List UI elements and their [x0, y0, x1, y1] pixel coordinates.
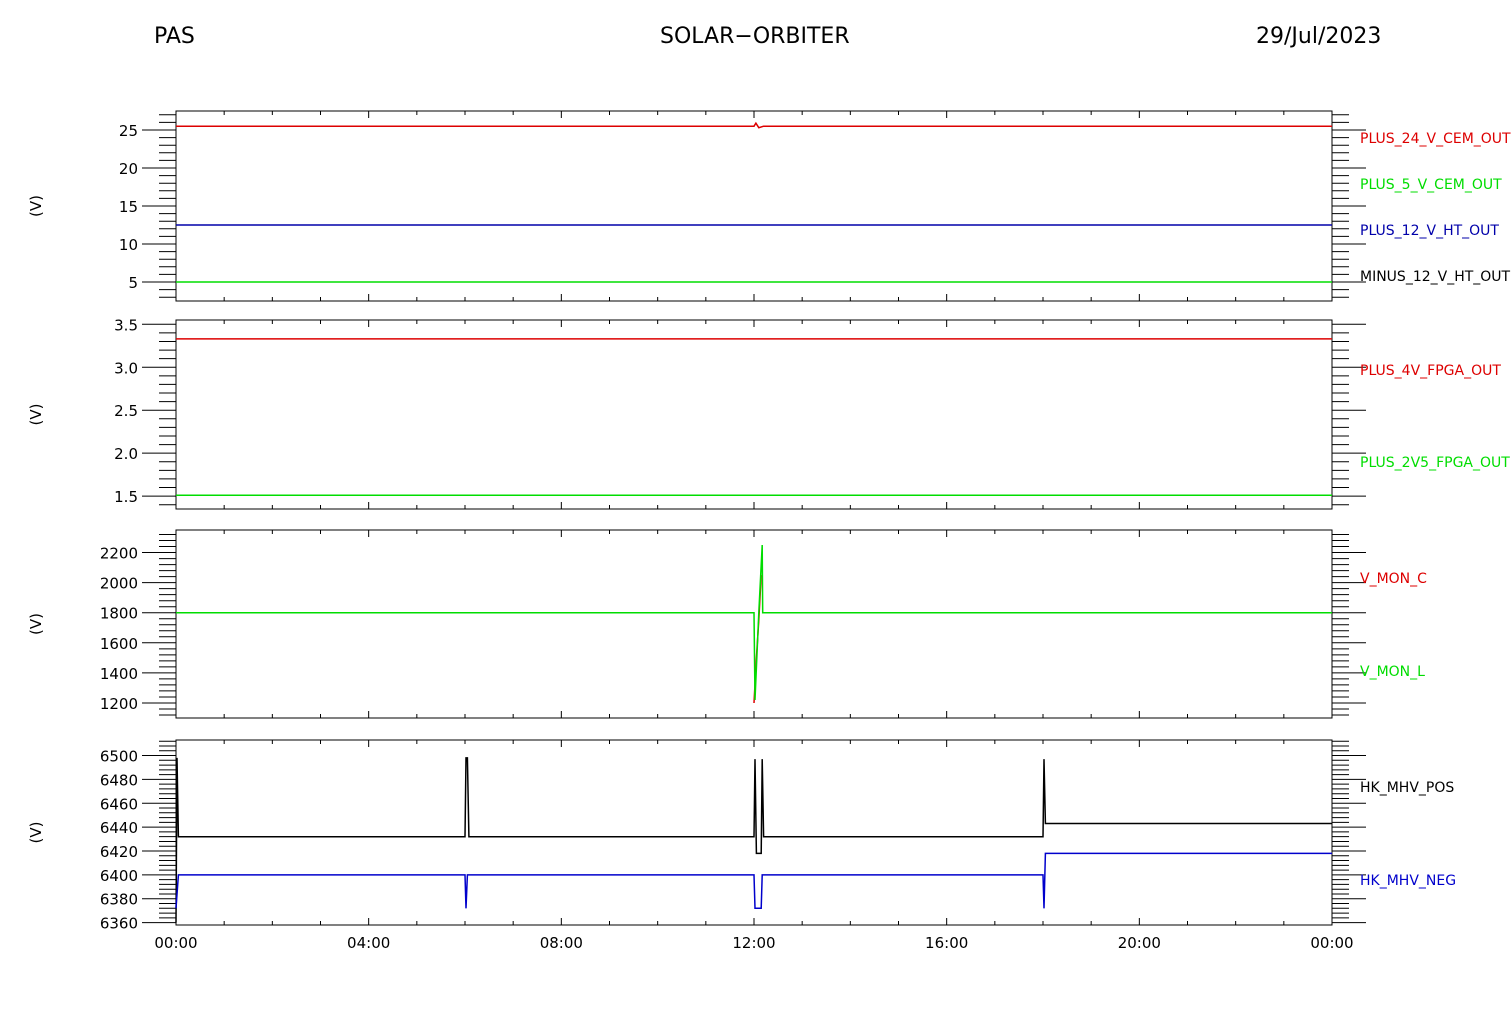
legend-label: MINUS_12_V_HT_OUT [1360, 269, 1511, 285]
y-tick-label: 2000 [100, 575, 138, 593]
x-tick-label: 08:00 [540, 934, 583, 952]
x-tick-label: 20:00 [1118, 934, 1161, 952]
y-tick-label: 20 [119, 160, 138, 178]
y-tick-label: 1800 [100, 605, 138, 623]
y-tick-label: 3.0 [114, 359, 138, 377]
legend-label: PLUS_12_V_HT_OUT [1360, 223, 1499, 239]
y-tick-label: 2.5 [114, 402, 138, 420]
y-axis-label: (V) [27, 613, 45, 635]
series-line-v-mon-l [176, 544, 1332, 701]
y-tick-label: 6360 [100, 915, 138, 933]
x-tick-label: 12:00 [732, 934, 775, 952]
y-axis-label: (V) [27, 822, 45, 844]
legend-label: PLUS_24_V_CEM_OUT [1360, 131, 1511, 147]
legend-label: PLUS_5_V_CEM_OUT [1360, 177, 1502, 193]
legend-label: V_MON_C [1360, 571, 1427, 587]
y-tick-label: 6400 [100, 867, 138, 885]
y-tick-label: 6500 [100, 748, 138, 766]
y-tick-label: 2.0 [114, 445, 138, 463]
housekeeping-chart: 5 10 15 20 25 (V) PLUS_24_V_CEM_OUT PLUS_5_V_CE… [27, 110, 1511, 952]
series-line-plus-24-v-cem-out [176, 121, 1332, 129]
y-tick-label: 6480 [100, 771, 138, 789]
legend-label: PLUS_4V_FPGA_OUT [1360, 363, 1501, 379]
plot-frame-1 [175, 110, 1333, 302]
y-tick-label: 6420 [100, 843, 138, 861]
series-line-hk-mhv-neg [175, 852, 1332, 910]
y-axis-label: (V) [27, 195, 45, 217]
y-tick-label: 1.5 [114, 488, 138, 506]
legend-label: PLUS_2V5_FPGA_OUT [1360, 455, 1510, 471]
y-tick-label: 25 [119, 122, 138, 140]
y-tick-label: 1200 [100, 695, 138, 713]
legend-label: HK_MHV_POS [1360, 780, 1454, 796]
y-tick-label: 1400 [100, 665, 138, 683]
x-tick-label: 00:00 [1310, 934, 1353, 952]
legend-label: V_MON_L [1360, 664, 1425, 680]
plot-frame-2 [175, 319, 1333, 510]
y-tick-label: 3.5 [114, 316, 138, 334]
legend-label: HK_MHV_NEG [1360, 873, 1456, 889]
y-axis-label: (V) [27, 404, 45, 426]
y-tick-label: 6460 [100, 795, 138, 813]
y-tick-label: 6380 [100, 891, 138, 909]
y-tick-label: 15 [119, 198, 138, 216]
x-tick-label: 00:00 [154, 934, 197, 952]
y-tick-label: 5 [128, 274, 138, 292]
x-tick-label: 16:00 [925, 934, 968, 952]
y-tick-label: 1600 [100, 635, 138, 653]
y-tick-label: 2200 [100, 545, 138, 563]
y-tick-label: 10 [119, 236, 138, 254]
y-tick-label: 6440 [100, 819, 138, 837]
x-tick-label: 04:00 [347, 934, 390, 952]
